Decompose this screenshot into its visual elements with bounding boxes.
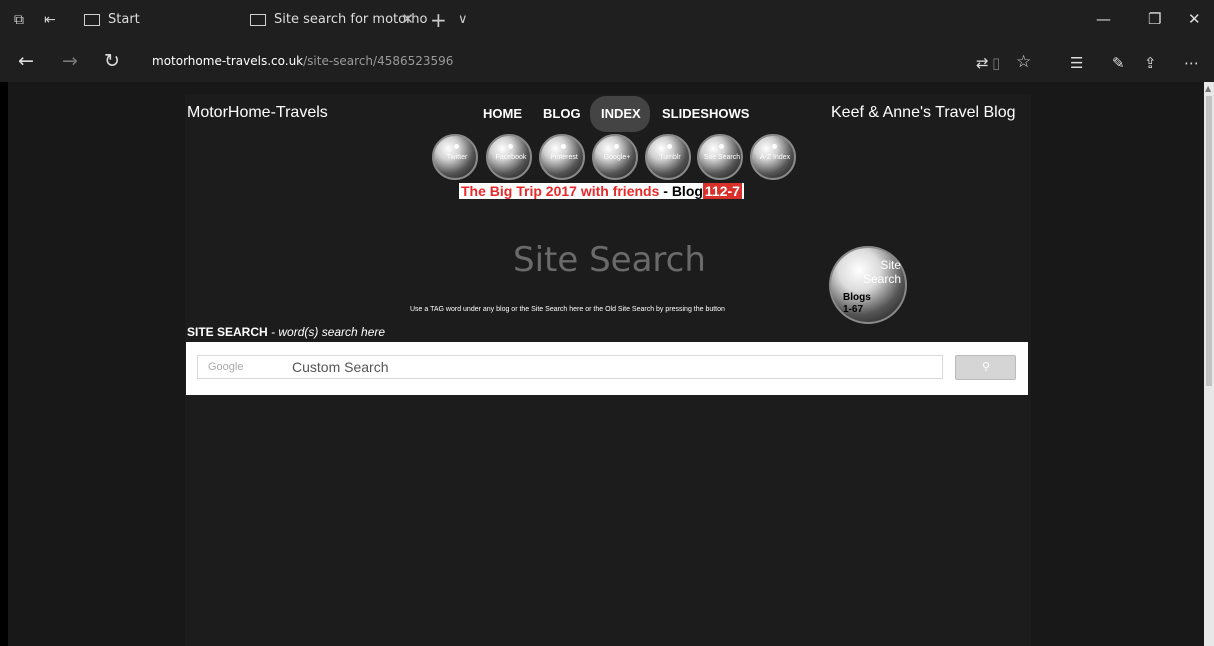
url-host: motorhome-travels.co.uk [152,54,304,68]
refresh-icon[interactable]: ↻ [104,50,120,72]
close-window-icon[interactable]: ✕ [1188,10,1201,28]
tab-site-search[interactable]: Site search for motorho ✕ [244,0,427,42]
site-tagline: Keef & Anne's Travel Blog [831,104,1016,121]
pen-icon[interactable]: ✎ [1112,52,1125,74]
yinyang-dot [561,144,566,149]
new-tab-icon[interactable]: + [430,8,447,32]
banner-blog-number: 112-7 [702,183,742,199]
chevron-down-icon[interactable]: ∨ [458,12,468,27]
social-label: Pinterest [550,154,578,161]
page-icon [84,14,100,26]
pinterest-button[interactable]: Pinterest [539,134,585,180]
back-icon[interactable]: ← [18,50,34,72]
more-icon[interactable]: ⋯ [1184,52,1199,74]
site-brand[interactable]: MotorHome-Travels [187,104,328,122]
yinyang-dot [454,144,459,149]
restore-icon[interactable]: ❐ [1148,10,1161,28]
banner-trip-title: The Big Trip 2017 with friends [461,183,660,199]
set-aside-tabs-icon[interactable]: ⇤ [44,12,56,28]
tab-manager-icon[interactable]: ⧉ [14,12,24,28]
yinyang-dot [614,144,619,149]
social-label: Tumblr [659,154,681,161]
yinyang-dot [667,144,672,149]
social-label: Twitter [446,154,468,161]
page-title: Site Search [513,240,706,280]
menu-blog[interactable]: BLOG [543,106,581,121]
browser-navbar: ← → ↻ motorhome-travels.co.uk/site-searc… [0,42,1214,82]
social-label: Site Search [703,154,741,161]
banner-blog-label: - Blog [659,183,703,199]
search-icon: ⚲ [982,360,991,373]
social-label: Facebook [495,154,527,161]
menu-index[interactable]: INDEX [601,106,641,121]
translate-icon[interactable]: ⇄ [976,52,989,74]
az-index-button[interactable]: A-Z Index [750,134,796,180]
old-site-search-button[interactable]: Site Search Blogs 1-67 [829,246,907,324]
search-button[interactable]: ⚲ [955,355,1016,380]
favorite-star-icon[interactable]: ☆ [1016,51,1031,73]
tab-label: Start [108,12,140,27]
scrollbar[interactable]: ▲ [1204,82,1214,646]
search-input[interactable]: Google Custom Search [197,355,943,379]
url-path: /site-search/4586523596 [303,54,454,68]
site-search-button[interactable]: Site Search [697,134,743,180]
page-icon [250,14,266,26]
yinyang-dot [772,144,777,149]
minimize-icon[interactable]: — [1096,10,1111,28]
close-tab-icon[interactable]: ✕ [401,10,414,28]
search-placeholder: Custom Search [292,359,389,375]
browser-titlebar: ⧉ ⇤ Start Site search for motorho ✕ + ∨ … [0,0,1214,42]
tab-start[interactable]: Start [78,0,238,42]
menu-slideshows[interactable]: SLIDESHOWS [662,106,749,121]
social-label: Google+ [603,154,631,161]
scroll-up-icon[interactable]: ▲ [1205,84,1211,93]
google-brand: Google [208,361,244,373]
facebook-button[interactable]: Facebook [486,134,532,180]
favorites-hub-icon[interactable]: ☰ [1070,52,1083,74]
social-label: A-Z Index [759,154,791,161]
search-instructions: Use a TAG word under any blog or the Sit… [410,306,725,313]
menu-home[interactable]: HOME [483,106,522,121]
scrollbar-thumb[interactable] [1206,96,1212,386]
google-plus-button[interactable]: Google+ [592,134,638,180]
blog-banner[interactable]: The Big Trip 2017 with friends - Blog 112… [459,183,744,199]
old-search-blogs: Blogs 1-67 [843,292,871,315]
address-bar[interactable]: motorhome-travels.co.uk/site-search/4586… [152,54,453,68]
twitter-button[interactable]: Twitter [432,134,478,180]
forward-icon[interactable]: → [62,50,78,72]
old-search-label: Site Search [862,258,901,286]
tumblr-button[interactable]: Tumblr [645,134,691,180]
reading-view-icon[interactable]: ▯ [992,52,1000,74]
yinyang-dot [508,144,513,149]
yinyang-dot [719,144,724,149]
share-icon[interactable]: ⇪ [1144,52,1157,74]
search-section-label: SITE SEARCH - word(s) search here [187,325,386,339]
